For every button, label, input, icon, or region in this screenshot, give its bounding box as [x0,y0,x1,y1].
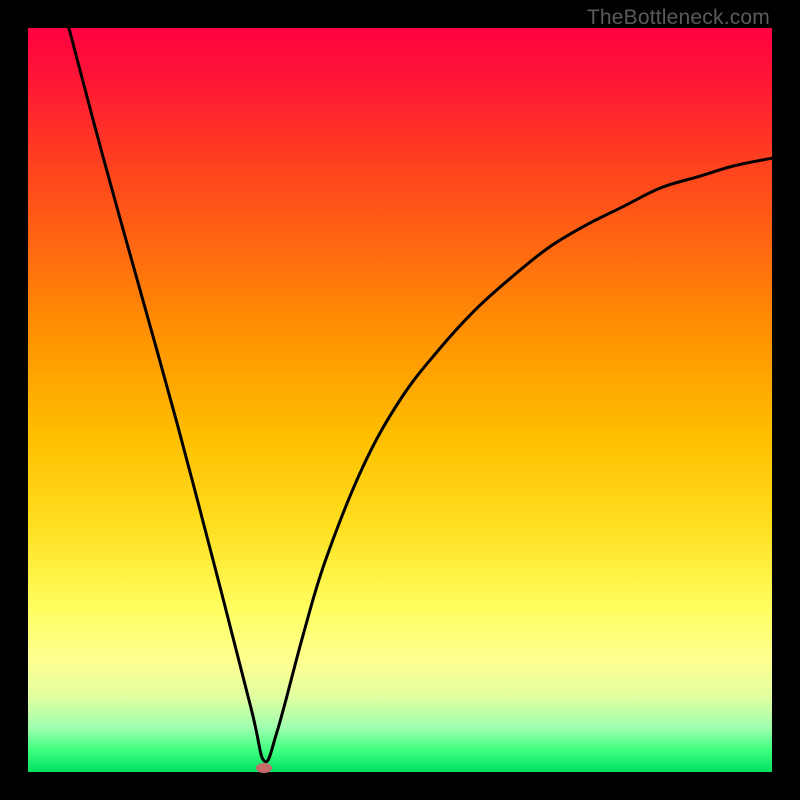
plot-area [28,28,772,772]
optimal-point-marker [256,763,272,773]
curve-layer [28,28,772,772]
bottleneck-curve [69,28,772,762]
chart-frame: TheBottleneck.com [0,0,800,800]
watermark-text: TheBottleneck.com [587,6,770,30]
